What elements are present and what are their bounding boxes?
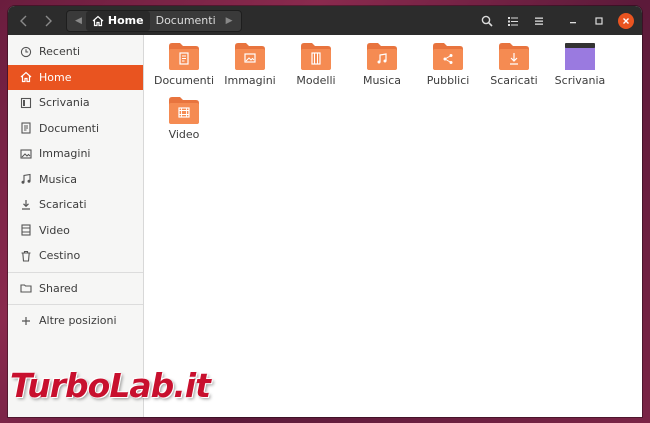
folder-documenti[interactable]: Documenti	[151, 40, 217, 94]
file-name: Musica	[362, 74, 402, 87]
view-toggle-button[interactable]	[500, 10, 526, 32]
sidebar-item-recenti[interactable]: Recenti	[8, 39, 143, 65]
music-icon	[19, 172, 33, 186]
minimize-icon	[570, 21, 576, 23]
chevron-right-icon	[45, 15, 52, 26]
sidebar-item-shared[interactable]: Shared	[8, 276, 143, 302]
path-bar: ◀ Home Documenti ▶	[66, 9, 242, 32]
folder-videos-icon	[169, 97, 199, 124]
sidebar-item-label: Cestino	[39, 249, 81, 263]
sidebar-divider	[8, 304, 143, 305]
back-button[interactable]	[13, 10, 35, 32]
sidebar-item-musica[interactable]: Musica	[8, 167, 143, 193]
sidebar-item-cestino[interactable]: Cestino	[8, 243, 143, 269]
path-item-home[interactable]: Home	[85, 10, 150, 31]
folder-modelli[interactable]: Modelli	[283, 40, 349, 94]
folder-scrivania[interactable]: Scrivania	[547, 40, 613, 94]
sidebar-item-label: Scrivania	[39, 96, 90, 110]
document-icon	[19, 121, 33, 135]
folder-desktop-icon	[565, 43, 595, 70]
forward-button[interactable]	[37, 10, 59, 32]
sidebar-item-altre-posizioni[interactable]: Altre posizioni	[8, 308, 143, 334]
image-icon	[19, 147, 33, 161]
header-bar: ◀ Home Documenti ▶	[8, 6, 642, 35]
sidebar-item-label: Documenti	[39, 121, 100, 135]
sidebar-item-label: Shared	[39, 281, 78, 295]
header-actions	[474, 10, 642, 32]
sidebar-item-label: Home	[39, 70, 72, 84]
list-view-icon	[508, 16, 518, 26]
path-item-documenti-label: Documenti	[155, 14, 216, 27]
sidebar: Recenti Home Scrivania Documenti Immagin…	[8, 35, 144, 417]
clock-icon	[19, 45, 33, 59]
file-name: Immagini	[224, 74, 276, 87]
home-icon	[92, 15, 104, 26]
search-icon	[481, 15, 493, 27]
sidebar-item-label: Scaricati	[39, 198, 87, 212]
sidebar-item-label: Recenti	[39, 45, 81, 59]
folder-musica[interactable]: Musica	[349, 40, 415, 94]
search-button[interactable]	[474, 10, 500, 32]
chevron-left-icon	[20, 15, 27, 26]
file-view: Documenti Immagini Modelli Musica Pubbli…	[145, 35, 642, 417]
sidebar-item-home[interactable]: Home	[8, 64, 143, 90]
file-manager-window: ◀ Home Documenti ▶ Recenti Home Scrivani…	[8, 6, 642, 417]
home-icon	[19, 70, 33, 84]
file-grid: Documenti Immagini Modelli Musica Pubbli…	[145, 35, 642, 148]
folder-downloads-icon	[499, 43, 529, 70]
minimize-button[interactable]	[560, 10, 586, 32]
sidebar-item-label: Immagini	[39, 147, 91, 161]
close-button[interactable]	[618, 12, 634, 29]
folder-documents-icon	[169, 43, 199, 70]
sidebar-item-documenti[interactable]: Documenti	[8, 116, 143, 142]
close-icon	[623, 17, 629, 24]
sidebar-divider	[8, 271, 143, 273]
path-item-documenti[interactable]: Documenti	[150, 11, 222, 31]
path-right-arrow-icon[interactable]: ▶	[222, 16, 237, 26]
file-name: Modelli	[296, 74, 336, 87]
file-name: Pubblici	[426, 74, 470, 87]
sidebar-item-label: Video	[39, 223, 70, 237]
sidebar-item-video[interactable]: Video	[8, 218, 143, 244]
folder-shared-icon	[19, 281, 33, 295]
path-left-arrow-icon[interactable]: ◀	[71, 16, 86, 26]
menu-icon	[535, 17, 543, 25]
sidebar-item-label: Altre posizioni	[39, 314, 117, 328]
sidebar-item-scaricati[interactable]: Scaricati	[8, 192, 143, 218]
watermark-logo: TurboLab.it	[10, 366, 211, 405]
trash-icon	[19, 249, 33, 263]
folder-public-icon	[433, 43, 463, 70]
plus-icon	[19, 314, 33, 328]
folder-pictures-icon	[235, 43, 265, 70]
file-name: Documenti	[153, 74, 215, 87]
sidebar-item-scrivania[interactable]: Scrivania	[8, 90, 143, 116]
download-icon	[19, 198, 33, 212]
folder-video[interactable]: Video	[151, 94, 217, 148]
path-item-home-label: Home	[107, 14, 144, 27]
sidebar-item-label: Musica	[39, 172, 78, 186]
video-icon	[19, 223, 33, 237]
file-name: Video	[168, 128, 200, 141]
file-name: Scrivania	[554, 74, 606, 87]
folder-templates-icon	[301, 43, 331, 70]
folder-immagini[interactable]: Immagini	[217, 40, 283, 94]
folder-scaricati[interactable]: Scaricati	[481, 40, 547, 94]
desktop-icon	[19, 96, 33, 110]
menu-button[interactable]	[526, 10, 552, 32]
sidebar-item-immagini[interactable]: Immagini	[8, 141, 143, 167]
file-name: Scaricati	[490, 74, 538, 87]
maximize-button[interactable]	[586, 10, 612, 32]
maximize-icon	[595, 16, 603, 25]
folder-music-icon	[367, 43, 397, 70]
folder-pubblici[interactable]: Pubblici	[415, 40, 481, 94]
